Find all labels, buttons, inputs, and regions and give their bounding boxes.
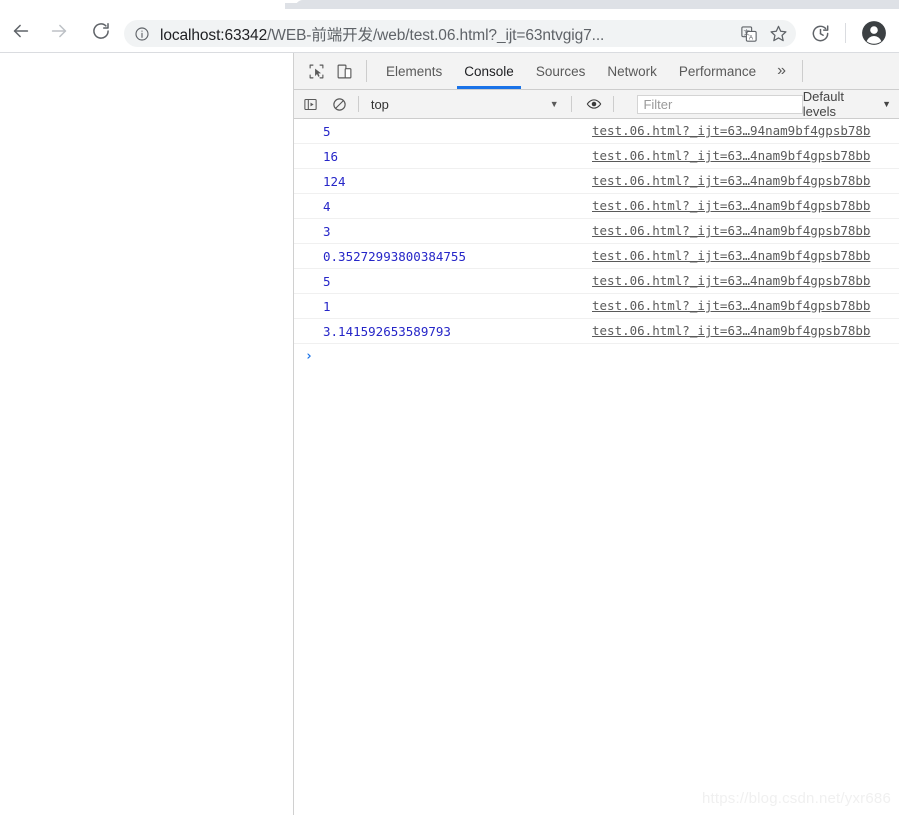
- tab-elements[interactable]: Elements: [375, 53, 453, 89]
- console-context-label: top: [370, 96, 389, 112]
- back-button[interactable]: [6, 16, 36, 46]
- watermark: https://blog.csdn.net/yxr686: [701, 790, 891, 807]
- console-message-value: 3.141592653589793: [323, 323, 451, 339]
- tab-elements-label: Elements: [386, 63, 443, 79]
- tab-strip: [0, 0, 899, 9]
- filterbar-divider-3: [612, 96, 614, 112]
- prompt-chevron-icon: ›: [305, 348, 313, 364]
- more-tabs-button[interactable]: »: [767, 53, 796, 89]
- console-message-row: 4 test.06.html?_ijt=63…4nam9bf4gpsb78bb: [294, 194, 899, 219]
- forward-button[interactable]: [44, 16, 74, 46]
- tabbar-end-divider: [802, 60, 804, 82]
- url-path: /WEB-前端开发/web/test.06.html?_ijt=63ntvgig…: [267, 26, 605, 44]
- tab-network[interactable]: Network: [596, 53, 668, 89]
- toolbar-divider: [845, 23, 846, 43]
- chevron-down-icon: ▼: [882, 99, 891, 109]
- browser-window: localhost:63342/WEB-前端开发/web/test.06.htm…: [0, 0, 899, 815]
- console-message-list[interactable]: 5 test.06.html?_ijt=63…94nam9bf4gpsb78b 16…: [294, 119, 899, 815]
- profile-avatar-icon[interactable]: [858, 17, 890, 49]
- address-bar-url: localhost:63342/WEB-前端开发/web/test.06.htm…: [160, 23, 738, 45]
- tab-performance-label: Performance: [678, 63, 757, 79]
- console-message-row: 3 test.06.html?_ijt=63…4nam9bf4gpsb78bb: [294, 219, 899, 244]
- console-message-source-link[interactable]: test.06.html?_ijt=63…4nam9bf4gpsb78bb: [592, 173, 899, 188]
- bookmark-star-icon[interactable]: [766, 22, 790, 46]
- reload-icon: [91, 21, 111, 41]
- console-filter-placeholder: Filter: [643, 96, 673, 112]
- info-circle-icon[interactable]: [133, 25, 151, 43]
- console-filter-bar: top ▼ Filter Default levels ▼: [294, 89, 899, 119]
- console-message-value: 124: [323, 173, 346, 189]
- console-prompt[interactable]: ›: [294, 344, 899, 368]
- console-message-value: 1: [323, 298, 331, 314]
- tab-performance[interactable]: Performance: [668, 53, 767, 89]
- arrow-right-icon: [48, 20, 70, 42]
- page-viewport: [0, 53, 294, 815]
- svg-text:A: A: [749, 34, 754, 41]
- console-context-selector[interactable]: top ▼: [365, 97, 565, 112]
- devtools-tabbar: Elements Console Sources Network Perform…: [294, 53, 899, 90]
- live-expression-eye-icon[interactable]: [582, 93, 607, 115]
- browser-toolbar: localhost:63342/WEB-前端开发/web/test.06.htm…: [0, 9, 899, 53]
- console-message-row: 16 test.06.html?_ijt=63…4nam9bf4gpsb78bb: [294, 144, 899, 169]
- url-host: localhost:63342: [160, 26, 268, 44]
- filterbar-divider-2: [570, 96, 572, 112]
- log-levels-label: Default levels: [802, 89, 844, 119]
- tab-strip-background: [285, 0, 899, 9]
- console-message-row: 5 test.06.html?_ijt=63…4nam9bf4gpsb78bb: [294, 269, 899, 294]
- tab-console[interactable]: Console: [453, 53, 525, 89]
- console-message-row: 1 test.06.html?_ijt=63…4nam9bf4gpsb78bb: [294, 294, 899, 319]
- history-sync-icon[interactable]: [806, 19, 834, 47]
- translate-icon[interactable]: 文 A: [738, 23, 760, 45]
- console-message-source-link[interactable]: test.06.html?_ijt=63…4nam9bf4gpsb78bb: [592, 148, 899, 163]
- devtools-panel: Elements Console Sources Network Perform…: [294, 53, 899, 815]
- console-message-source-link[interactable]: test.06.html?_ijt=63…4nam9bf4gpsb78bb: [592, 223, 899, 238]
- tab-console-label: Console: [464, 63, 514, 79]
- console-message-row: 0.35272993800384755 test.06.html?_ijt=63……: [294, 244, 899, 269]
- console-filter-input[interactable]: Filter: [637, 94, 803, 114]
- tabbar-divider: [366, 60, 367, 82]
- console-message-source-link[interactable]: test.06.html?_ijt=63…4nam9bf4gpsb78bb: [592, 298, 899, 313]
- console-message-value: 5: [323, 273, 331, 289]
- console-message-value: 3: [323, 223, 331, 239]
- console-sidebar-icon[interactable]: [298, 93, 323, 115]
- arrow-left-icon: [10, 20, 32, 42]
- console-message-source-link[interactable]: test.06.html?_ijt=63…4nam9bf4gpsb78bb: [592, 323, 899, 338]
- console-message-source-link[interactable]: test.06.html?_ijt=63…4nam9bf4gpsb78bb: [592, 273, 899, 288]
- tab-network-label: Network: [607, 63, 657, 79]
- console-message-value: 0.35272993800384755: [323, 248, 466, 264]
- console-message-value: 5: [323, 123, 331, 139]
- console-message-row: 3.141592653589793 test.06.html?_ijt=63…4n…: [294, 319, 899, 344]
- console-message-source-link[interactable]: test.06.html?_ijt=63…4nam9bf4gpsb78bb: [592, 198, 899, 213]
- console-message-value: 4: [323, 198, 331, 214]
- inspect-element-icon[interactable]: [302, 54, 330, 89]
- tab-sources-label: Sources: [535, 63, 586, 79]
- console-message-row: 5 test.06.html?_ijt=63…94nam9bf4gpsb78b: [294, 119, 899, 144]
- log-levels-dropdown[interactable]: Default levels ▼: [803, 89, 891, 119]
- reload-button[interactable]: [86, 16, 116, 46]
- clear-console-icon[interactable]: [327, 93, 352, 115]
- device-toolbar-icon[interactable]: [330, 54, 358, 89]
- address-bar[interactable]: localhost:63342/WEB-前端开发/web/test.06.htm…: [124, 20, 796, 47]
- console-message-value: 16: [323, 148, 339, 164]
- console-message-source-link[interactable]: test.06.html?_ijt=63…94nam9bf4gpsb78b: [592, 123, 899, 138]
- console-message-source-link[interactable]: test.06.html?_ijt=63…4nam9bf4gpsb78bb: [592, 248, 899, 263]
- chevron-down-icon: ▼: [549, 99, 559, 109]
- filterbar-divider-1: [357, 96, 359, 112]
- console-message-row: 124 test.06.html?_ijt=63…4nam9bf4gpsb78bb: [294, 169, 899, 194]
- tab-sources[interactable]: Sources: [525, 53, 597, 89]
